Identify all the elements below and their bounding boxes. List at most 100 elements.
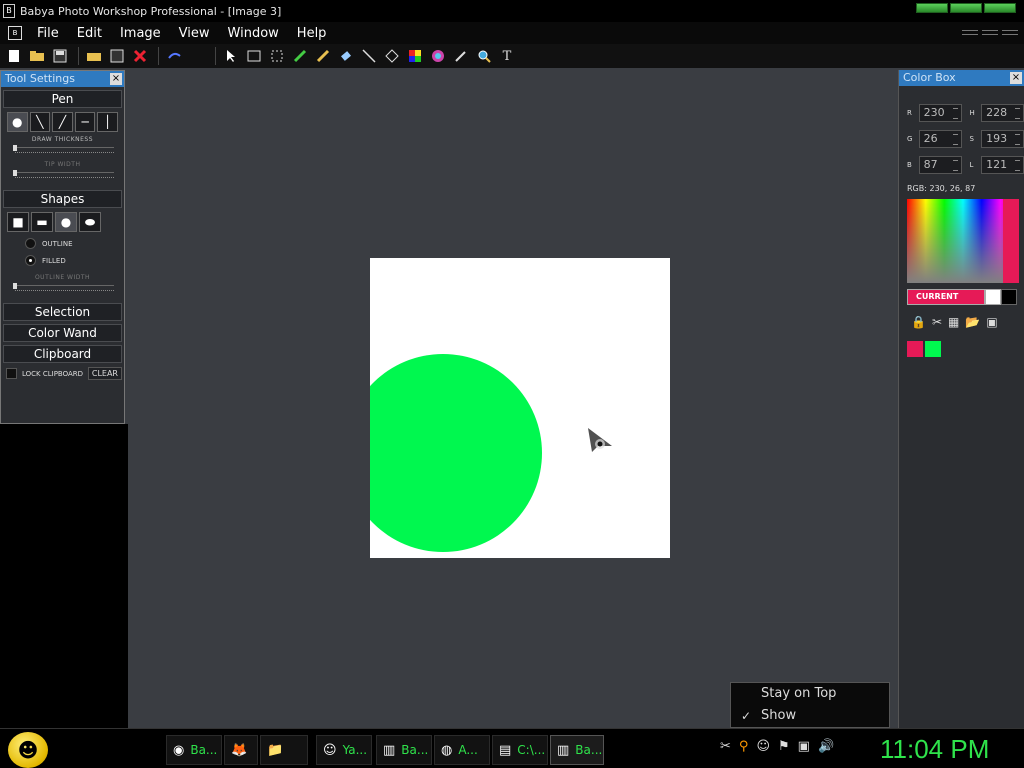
- tip-width-slider[interactable]: [13, 170, 114, 182]
- pen-icon[interactable]: [290, 46, 310, 66]
- backslash-tip-button[interactable]: ╲: [29, 112, 51, 132]
- color-box-titlebar[interactable]: Color Box ×: [899, 70, 1024, 86]
- rectangle-shape-button[interactable]: ▬: [31, 212, 53, 232]
- saved-swatch-green[interactable]: [925, 341, 941, 357]
- hue-spinner[interactable]: 228: [981, 104, 1024, 122]
- palette-icon[interactable]: ▦: [948, 315, 959, 329]
- lock-icon[interactable]: 🔒: [911, 315, 926, 329]
- search-tray-icon[interactable]: ⚲: [739, 739, 749, 754]
- taskbar-chrome[interactable]: ◉ Ba...: [166, 735, 222, 765]
- slider-knob[interactable]: [13, 170, 17, 176]
- delete-icon[interactable]: [130, 46, 150, 66]
- mdi-minimize-button[interactable]: [962, 30, 978, 35]
- color-spectrum[interactable]: [907, 199, 1019, 283]
- clear-clipboard-button[interactable]: CLEAR: [87, 367, 122, 380]
- save-icon[interactable]: [50, 46, 70, 66]
- pen-section-button[interactable]: Pen: [3, 90, 122, 108]
- open-icon[interactable]: [27, 46, 47, 66]
- clipboard-section-button[interactable]: Clipboard: [3, 345, 122, 363]
- horizontal-tip-button[interactable]: ─: [74, 112, 96, 132]
- selection-section-button[interactable]: Selection: [3, 303, 122, 321]
- circle-shape-button[interactable]: ●: [55, 212, 77, 232]
- save-palette-icon[interactable]: ▣: [986, 315, 997, 329]
- scissors-icon[interactable]: ✂: [932, 315, 942, 329]
- mdi-close-button[interactable]: [1002, 30, 1018, 35]
- slash-tip-button[interactable]: ╱: [52, 112, 73, 132]
- redo-icon[interactable]: [187, 46, 207, 66]
- black-swatch[interactable]: [1001, 289, 1017, 305]
- taskbar-explorer[interactable]: 📁: [260, 735, 308, 765]
- minimize-button[interactable]: [916, 3, 948, 13]
- clock[interactable]: 11:04 PM: [880, 734, 989, 765]
- menu-image[interactable]: Image: [111, 26, 170, 41]
- shapes-section-button[interactable]: Shapes: [3, 190, 122, 208]
- text-icon[interactable]: T: [497, 46, 517, 66]
- open-folder-icon[interactable]: [84, 46, 104, 66]
- menu-file[interactable]: File: [28, 26, 68, 41]
- vertical-tip-button[interactable]: │: [97, 112, 118, 132]
- stay-on-top-item[interactable]: Stay on Top: [731, 683, 889, 705]
- menu-help[interactable]: Help: [288, 26, 336, 41]
- lock-clipboard-checkbox[interactable]: [6, 368, 17, 379]
- volume-tray-icon[interactable]: 🔊: [818, 739, 834, 754]
- taskbar-firefox[interactable]: 🦊: [224, 735, 258, 765]
- mdi-restore-button[interactable]: [982, 30, 998, 35]
- eraser-icon[interactable]: [336, 46, 356, 66]
- slider-knob[interactable]: [13, 145, 17, 151]
- color-picker-icon[interactable]: [405, 46, 425, 66]
- new-icon[interactable]: [4, 46, 24, 66]
- square-shape-button[interactable]: ■: [7, 212, 29, 232]
- outline-option[interactable]: OUTLINE: [25, 238, 124, 249]
- saturation-spinner[interactable]: 193: [981, 130, 1024, 148]
- tool-settings-close-button[interactable]: ×: [110, 73, 122, 85]
- tools-tray-icon[interactable]: ✂: [720, 739, 731, 754]
- open-palette-icon[interactable]: 📂: [965, 315, 980, 329]
- taskbar-yahoo[interactable]: ☺ Ya...: [316, 735, 372, 765]
- pointer-icon[interactable]: [221, 46, 241, 66]
- taskbar-7zip[interactable]: ▤ C:\...: [492, 735, 548, 765]
- white-swatch[interactable]: [985, 289, 1001, 305]
- line-icon[interactable]: [359, 46, 379, 66]
- filled-radio[interactable]: [25, 255, 36, 266]
- outline-radio[interactable]: [25, 238, 36, 249]
- zoom-icon[interactable]: [474, 46, 494, 66]
- taskbar-babya-active[interactable]: ▥ Ba...: [550, 735, 604, 765]
- messenger-tray-icon[interactable]: ☺: [756, 739, 770, 754]
- document-icon[interactable]: B: [8, 26, 22, 40]
- lasso-icon[interactable]: [267, 46, 287, 66]
- save-as-icon[interactable]: [107, 46, 127, 66]
- menu-view[interactable]: View: [170, 26, 219, 41]
- tool-settings-titlebar[interactable]: Tool Settings ×: [1, 71, 124, 87]
- blue-spinner[interactable]: 87: [918, 156, 962, 174]
- network-tray-icon[interactable]: ▣: [798, 739, 810, 754]
- round-tip-button[interactable]: ●: [7, 112, 28, 132]
- brush-icon[interactable]: [313, 46, 333, 66]
- start-button[interactable]: ☻: [8, 732, 48, 768]
- fill-icon[interactable]: [382, 46, 402, 66]
- maximize-button[interactable]: [950, 3, 982, 13]
- close-window-button[interactable]: [984, 3, 1016, 13]
- rect-select-icon[interactable]: [244, 46, 264, 66]
- flag-tray-icon[interactable]: ⚑: [778, 739, 790, 754]
- ellipse-shape-button[interactable]: ⬬: [79, 212, 101, 232]
- filled-option[interactable]: FILLED: [25, 255, 124, 266]
- luminance-spinner[interactable]: 121: [981, 156, 1024, 174]
- color-box-close-button[interactable]: ×: [1010, 72, 1022, 84]
- outline-width-slider[interactable]: [13, 283, 114, 295]
- image-canvas[interactable]: [370, 258, 670, 558]
- saved-swatch-pink[interactable]: [907, 341, 923, 357]
- show-item[interactable]: ✓ Show: [731, 705, 889, 727]
- taskbar-a[interactable]: ◍ A...: [434, 735, 490, 765]
- undo-icon[interactable]: [164, 46, 184, 66]
- green-spinner[interactable]: 26: [918, 130, 962, 148]
- red-spinner[interactable]: 230: [918, 104, 962, 122]
- color-wand-section-button[interactable]: Color Wand: [3, 324, 122, 342]
- taskbar-babya-1[interactable]: ▥ Ba...: [376, 735, 432, 765]
- draw-thickness-slider[interactable]: [13, 145, 114, 157]
- menu-window[interactable]: Window: [219, 26, 288, 41]
- menu-edit[interactable]: Edit: [68, 26, 111, 41]
- slider-knob[interactable]: [13, 283, 17, 289]
- eyedropper-icon[interactable]: [451, 46, 471, 66]
- luminance-bar[interactable]: [1003, 199, 1019, 283]
- color-wheel-icon[interactable]: [428, 46, 448, 66]
